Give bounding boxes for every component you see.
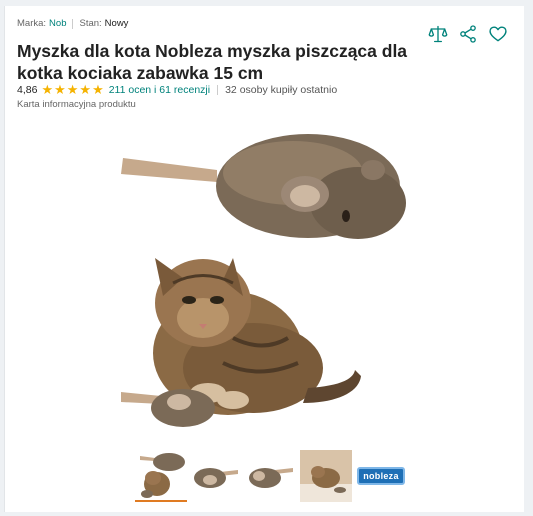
star-icon: ★: [79, 82, 92, 97]
thumbnail-5[interactable]: nobleza: [355, 450, 407, 502]
main-product-image[interactable]: [113, 118, 413, 438]
thumbnail-image: [190, 450, 242, 502]
star-icon: ★: [41, 82, 54, 97]
meta-divider: [72, 18, 74, 29]
brand-logo: nobleza: [357, 467, 405, 485]
condition-label: Stan:: [79, 18, 102, 29]
product-title: Myszka dla kota Nobleza myszka piszcząca…: [17, 41, 408, 83]
thumbnail-image: [245, 450, 297, 502]
rating-row: 4,86 ★ ★ ★ ★ ★ 211 ocen i 61 recenzji 32…: [17, 82, 338, 97]
thumbnail-strip: nobleza: [135, 450, 407, 502]
thumbnail-image: [300, 450, 352, 502]
bought-count: 32 osoby kupiły ostatnio: [225, 84, 338, 96]
product-meta: Marka: Nob Stan: Nowy: [17, 18, 128, 29]
thumbnail-4[interactable]: [300, 450, 352, 502]
info-card-link[interactable]: Karta informacyjna produktu: [17, 99, 136, 110]
thumbnail-1[interactable]: [135, 450, 187, 502]
product-actions: [428, 24, 508, 44]
reviews-link[interactable]: 211 ocen i 61 recenzji: [109, 84, 210, 96]
thumbnail-2[interactable]: [190, 450, 242, 502]
star-icon: ★: [66, 82, 79, 97]
product-card: Marka: Nob Stan: Nowy Myszka dla kota No…: [4, 6, 524, 512]
rating-score: 4,86: [17, 84, 38, 96]
thumbnail-3[interactable]: [245, 450, 297, 502]
share-icon[interactable]: [458, 24, 478, 44]
rating-stars[interactable]: ★ ★ ★ ★ ★: [41, 82, 104, 97]
brand-link[interactable]: Nob: [49, 18, 66, 29]
rating-divider: [217, 85, 219, 95]
brand-label: Marka:: [17, 18, 47, 29]
thumbnail-image: [135, 450, 187, 500]
heart-icon[interactable]: [488, 24, 508, 44]
condition-value: Nowy: [104, 18, 129, 29]
star-icon: ★: [92, 82, 104, 97]
compare-icon[interactable]: [428, 24, 448, 44]
star-icon: ★: [54, 82, 66, 97]
